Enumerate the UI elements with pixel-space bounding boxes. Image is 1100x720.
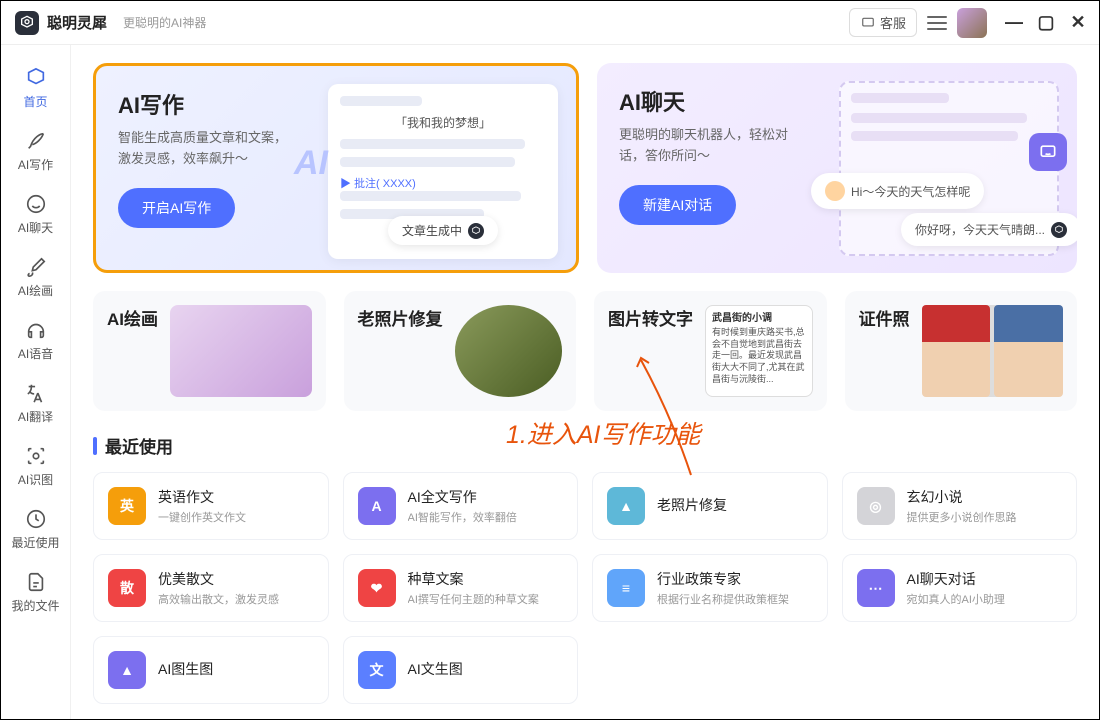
chat-bubble-user: Hi～今天的天气怎样呢 bbox=[811, 173, 984, 209]
recent-desc: 根据行业名称提供政策框架 bbox=[657, 591, 813, 607]
recent-title: 优美散文 bbox=[158, 569, 314, 589]
scan-icon bbox=[25, 445, 47, 467]
sidebar-item-translate[interactable]: AI翻译 bbox=[1, 372, 70, 435]
brush-icon bbox=[25, 256, 47, 278]
recent-item-1[interactable]: A AI全文写作 AI智能写作，效率翻倍 bbox=[343, 472, 579, 540]
menu-button[interactable] bbox=[927, 16, 947, 30]
sidebar-item-paint[interactable]: AI绘画 bbox=[1, 246, 70, 309]
sidebar-item-home[interactable]: 首页 bbox=[1, 57, 70, 120]
recent-desc: 宛如真人的AI小助理 bbox=[907, 591, 1063, 607]
minimize-button[interactable]: — bbox=[1007, 16, 1021, 30]
titlebar: 聪明灵犀 更聪明的AI神器 客服 — ▢ ✕ bbox=[1, 1, 1099, 45]
sidebar-item-writing[interactable]: AI写作 bbox=[1, 120, 70, 183]
recent-icon: ▲ bbox=[607, 487, 645, 525]
recent-item-4[interactable]: 散 优美散文 高效输出散文，激发灵感 bbox=[93, 554, 329, 622]
sidebar-item-files[interactable]: 我的文件 bbox=[1, 561, 70, 624]
recent-icon: ≡ bbox=[607, 569, 645, 607]
recent-item-8[interactable]: ▲ AI图生图 bbox=[93, 636, 329, 704]
chat-preview: Hi～今天的天气怎样呢 你好呀，今天天气晴朗... bbox=[839, 81, 1059, 256]
recent-icon: ◎ bbox=[857, 487, 895, 525]
recent-title: 种草文案 bbox=[408, 569, 564, 589]
app-logo: 聪明灵犀 更聪明的AI神器 bbox=[15, 11, 206, 35]
recent-icon: 文 bbox=[358, 651, 396, 689]
recent-item-3[interactable]: ◎ 玄幻小说 提供更多小说创作思路 bbox=[842, 472, 1078, 540]
recent-title: AI图生图 bbox=[158, 659, 314, 679]
recent-section-header: 最近使用 bbox=[93, 433, 1077, 458]
hero-chat-card[interactable]: AI聊天 更聪明的聊天机器人，轻松对话，答你所问～ 新建AI对话 Hi～今天的天… bbox=[597, 63, 1077, 273]
recent-title: 玄幻小说 bbox=[907, 487, 1063, 507]
recent-desc: AI撰写任何主题的种草文案 bbox=[408, 591, 564, 607]
hero-chat-desc: 更聪明的聊天机器人，轻松对话，答你所问～ bbox=[619, 125, 799, 167]
recent-icon: A bbox=[358, 487, 396, 525]
paint-preview-image bbox=[170, 305, 312, 397]
recent-title: 老照片修复 bbox=[657, 495, 813, 515]
new-chat-button[interactable]: 新建AI对话 bbox=[619, 185, 736, 225]
user-avatar[interactable] bbox=[957, 8, 987, 38]
logo-mini-icon bbox=[468, 223, 484, 239]
chat-icon bbox=[860, 16, 876, 30]
recent-desc: 提供更多小说创作思路 bbox=[907, 509, 1063, 525]
feature-photo-restore[interactable]: 老照片修复 bbox=[344, 291, 577, 411]
photo-preview-image bbox=[455, 305, 563, 397]
recent-desc: 高效输出散文，激发灵感 bbox=[158, 591, 314, 607]
sidebar: 首页 AI写作 AI聊天 AI绘画 AI语音 AI翻译 AI识图 最近使用 bbox=[1, 45, 71, 719]
feature-ocr[interactable]: 图片转文字 武昌街的小调 有时候到重庆路买书,总会不自觉地到武昌街去走一回。最近… bbox=[594, 291, 827, 411]
recent-item-2[interactable]: ▲ 老照片修复 bbox=[592, 472, 828, 540]
feature-paint[interactable]: AI绘画 bbox=[93, 291, 326, 411]
recent-title: 英语作文 bbox=[158, 487, 314, 507]
start-writing-button[interactable]: 开启AI写作 bbox=[118, 188, 235, 228]
chat-bubble-ai: 你好呀，今天天气晴朗... bbox=[901, 213, 1077, 246]
id-preview bbox=[922, 305, 1064, 397]
recent-item-9[interactable]: 文 AI文生图 bbox=[343, 636, 579, 704]
smile-icon bbox=[25, 193, 47, 215]
hero-writing-desc: 智能生成高质量文章和文案，激发灵感，效率飙升～ bbox=[118, 128, 298, 170]
recent-icon: ❤ bbox=[358, 569, 396, 607]
bot-avatar-icon bbox=[825, 181, 845, 201]
translate-icon bbox=[25, 382, 47, 404]
sidebar-item-chat[interactable]: AI聊天 bbox=[1, 183, 70, 246]
ai-watermark: AI bbox=[294, 144, 328, 183]
ocr-preview: 武昌街的小调 有时候到重庆路买书,总会不自觉地到武昌街去走一回。最近发现武昌街大… bbox=[705, 305, 813, 397]
sidebar-item-voice[interactable]: AI语音 bbox=[1, 309, 70, 372]
history-icon bbox=[25, 508, 47, 530]
recent-icon: ▲ bbox=[108, 651, 146, 689]
recent-title: AI聊天对话 bbox=[907, 569, 1063, 589]
generating-badge: 文章生成中 bbox=[388, 216, 498, 245]
writing-preview: 「我和我的梦想」 ▶ 批注( XXXX) AI 文章生成中 bbox=[328, 84, 558, 259]
customer-service-button[interactable]: 客服 bbox=[849, 8, 917, 37]
hero-writing-card[interactable]: AI写作 智能生成高质量文章和文案，激发灵感，效率飙升～ 开启AI写作 「我和我… bbox=[93, 63, 579, 273]
recent-item-0[interactable]: 英 英语作文 一键创作英文作文 bbox=[93, 472, 329, 540]
recent-icon: 英 bbox=[108, 487, 146, 525]
close-button[interactable]: ✕ bbox=[1071, 16, 1085, 30]
recent-item-6[interactable]: ≡ 行业政策专家 根据行业名称提供政策框架 bbox=[592, 554, 828, 622]
feature-id-photo[interactable]: 证件照 bbox=[845, 291, 1078, 411]
sidebar-item-recent[interactable]: 最近使用 bbox=[1, 498, 70, 561]
logo-icon bbox=[15, 11, 39, 35]
file-icon bbox=[25, 571, 47, 593]
feather-icon bbox=[25, 130, 47, 152]
recent-item-5[interactable]: ❤ 种草文案 AI撰写任何主题的种草文案 bbox=[343, 554, 579, 622]
chat-float-icon bbox=[1029, 133, 1067, 171]
recent-desc: 一键创作英文作文 bbox=[158, 509, 314, 525]
recent-desc: AI智能写作，效率翻倍 bbox=[408, 509, 564, 525]
headphones-icon bbox=[25, 319, 47, 341]
recent-title: 行业政策专家 bbox=[657, 569, 813, 589]
recent-title: AI文生图 bbox=[408, 659, 564, 679]
recent-item-7[interactable]: ⋯ AI聊天对话 宛如真人的AI小助理 bbox=[842, 554, 1078, 622]
home-icon bbox=[25, 67, 47, 89]
app-name: 聪明灵犀 bbox=[47, 12, 107, 33]
sidebar-item-vision[interactable]: AI识图 bbox=[1, 435, 70, 498]
recent-icon: ⋯ bbox=[857, 569, 895, 607]
maximize-button[interactable]: ▢ bbox=[1039, 16, 1053, 30]
app-subtitle: 更聪明的AI神器 bbox=[123, 14, 206, 31]
recent-icon: 散 bbox=[108, 569, 146, 607]
main-content: AI写作 智能生成高质量文章和文案，激发灵感，效率飙升～ 开启AI写作 「我和我… bbox=[71, 45, 1099, 719]
logo-mini-icon bbox=[1051, 222, 1067, 238]
recent-title: AI全文写作 bbox=[408, 487, 564, 507]
